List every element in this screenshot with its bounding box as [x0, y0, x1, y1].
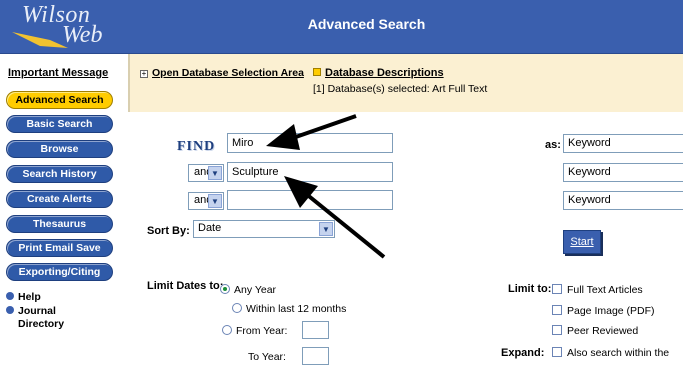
from-year-input[interactable] — [302, 321, 329, 339]
date-option-last-12-months[interactable]: Within last 12 months — [232, 303, 346, 315]
limit-page-image-pdf[interactable]: Page Image (PDF) — [552, 305, 655, 317]
bullet-icon — [6, 306, 14, 314]
open-database-selection-link[interactable]: + Open Database Selection Area — [140, 67, 304, 79]
limit-dates-label: Limit Dates to: — [147, 280, 224, 292]
sidebar-link-help[interactable]: Help — [6, 291, 41, 303]
sidebar-button-exporting-citing[interactable]: Exporting/Citing — [6, 263, 113, 281]
sidebar-button-search-history[interactable]: Search History — [6, 165, 113, 183]
expand-label: Expand: — [501, 347, 545, 359]
date-option-any-year-label: Any Year — [234, 284, 277, 296]
sidebar-button-print-email-save[interactable]: Print Email Save — [6, 239, 113, 257]
expand-plus-icon: + — [140, 69, 148, 78]
field-select-3[interactable]: Keyword — [563, 191, 683, 210]
find-label: FIND — [177, 139, 216, 154]
limit-full-text-articles[interactable]: Full Text Articles — [552, 284, 643, 296]
chevron-down-icon: ▼ — [208, 194, 222, 208]
sidebar-button-browse[interactable]: Browse — [6, 140, 113, 158]
to-year-label: To Year: — [248, 351, 286, 363]
date-option-last-12-months-label: Within last 12 months — [246, 303, 347, 315]
field-select-2[interactable]: Keyword — [563, 163, 683, 182]
date-option-any-year[interactable]: Any Year — [220, 284, 276, 296]
open-database-selection-label: Open Database Selection Area — [152, 67, 304, 79]
logo-swoosh-icon — [12, 32, 68, 48]
boolean-operator-select-2[interactable]: and ▼ — [188, 164, 224, 182]
date-option-from-year-label: From Year: — [236, 325, 288, 337]
database-info-bar: + Open Database Selection Area Database D… — [128, 54, 683, 112]
checkbox-icon — [552, 325, 562, 335]
expand-also-search-within-label: Also search within the — [567, 347, 670, 359]
chevron-down-icon: ▼ — [208, 166, 222, 180]
yellow-square-icon — [313, 68, 321, 76]
field-select-1[interactable]: Keyword — [563, 134, 683, 153]
checkbox-icon — [552, 347, 562, 357]
limit-peer-reviewed[interactable]: Peer Reviewed — [552, 325, 638, 337]
important-message-link[interactable]: Important Message — [8, 67, 108, 79]
expand-also-search-within[interactable]: Also search within the — [552, 347, 669, 359]
limit-to-label: Limit to: — [508, 283, 552, 295]
search-term-input-3[interactable] — [227, 190, 393, 210]
database-descriptions-label: Database Descriptions — [325, 67, 444, 79]
start-button[interactable]: Start — [563, 230, 601, 254]
sidebar-button-basic-search[interactable]: Basic Search — [6, 115, 113, 133]
limit-peer-reviewed-label: Peer Reviewed — [567, 325, 639, 337]
radio-icon — [222, 325, 232, 335]
sidebar-link-help-label: Help — [18, 291, 41, 303]
boolean-operator-select-3[interactable]: and ▼ — [188, 192, 224, 210]
search-term-input-2[interactable] — [227, 162, 393, 182]
header-bar: Wilson Web Advanced Search — [0, 0, 683, 54]
page-title: Advanced Search — [307, 16, 426, 32]
sidebar-link-journal-directory[interactable]: Journal — [6, 305, 56, 317]
radio-icon — [232, 303, 242, 313]
bullet-icon — [6, 292, 14, 300]
sort-by-select[interactable]: Date ▼ — [193, 220, 335, 238]
sidebar-link-directory-label[interactable]: Directory — [18, 318, 64, 330]
sidebar-button-thesaurus[interactable]: Thesaurus — [6, 215, 113, 233]
checkbox-icon — [552, 305, 562, 315]
radio-selected-icon — [220, 284, 230, 294]
sidebar-button-create-alerts[interactable]: Create Alerts — [6, 190, 113, 208]
arrow-to-term-2-icon — [284, 176, 386, 259]
date-option-from-year[interactable]: From Year: — [222, 325, 287, 337]
sort-by-value: Date — [198, 222, 222, 234]
chevron-down-icon: ▼ — [319, 222, 333, 236]
checkbox-icon — [552, 284, 562, 294]
sidebar-button-advanced-search[interactable]: Advanced Search — [6, 91, 113, 109]
search-term-input-1[interactable] — [227, 133, 393, 153]
to-year-input[interactable] — [302, 347, 329, 365]
sort-by-label: Sort By: — [147, 225, 190, 237]
sidebar: Important Message Advanced Search Basic … — [0, 54, 128, 365]
databases-selected-text: [1] Database(s) selected: Art Full Text — [313, 83, 488, 95]
sidebar-link-journal-label: Journal — [18, 305, 56, 317]
database-descriptions-link[interactable]: Database Descriptions — [313, 67, 444, 79]
as-label: as: — [545, 139, 561, 151]
limit-page-image-pdf-label: Page Image (PDF) — [567, 305, 655, 317]
limit-full-text-articles-label: Full Text Articles — [567, 284, 643, 296]
